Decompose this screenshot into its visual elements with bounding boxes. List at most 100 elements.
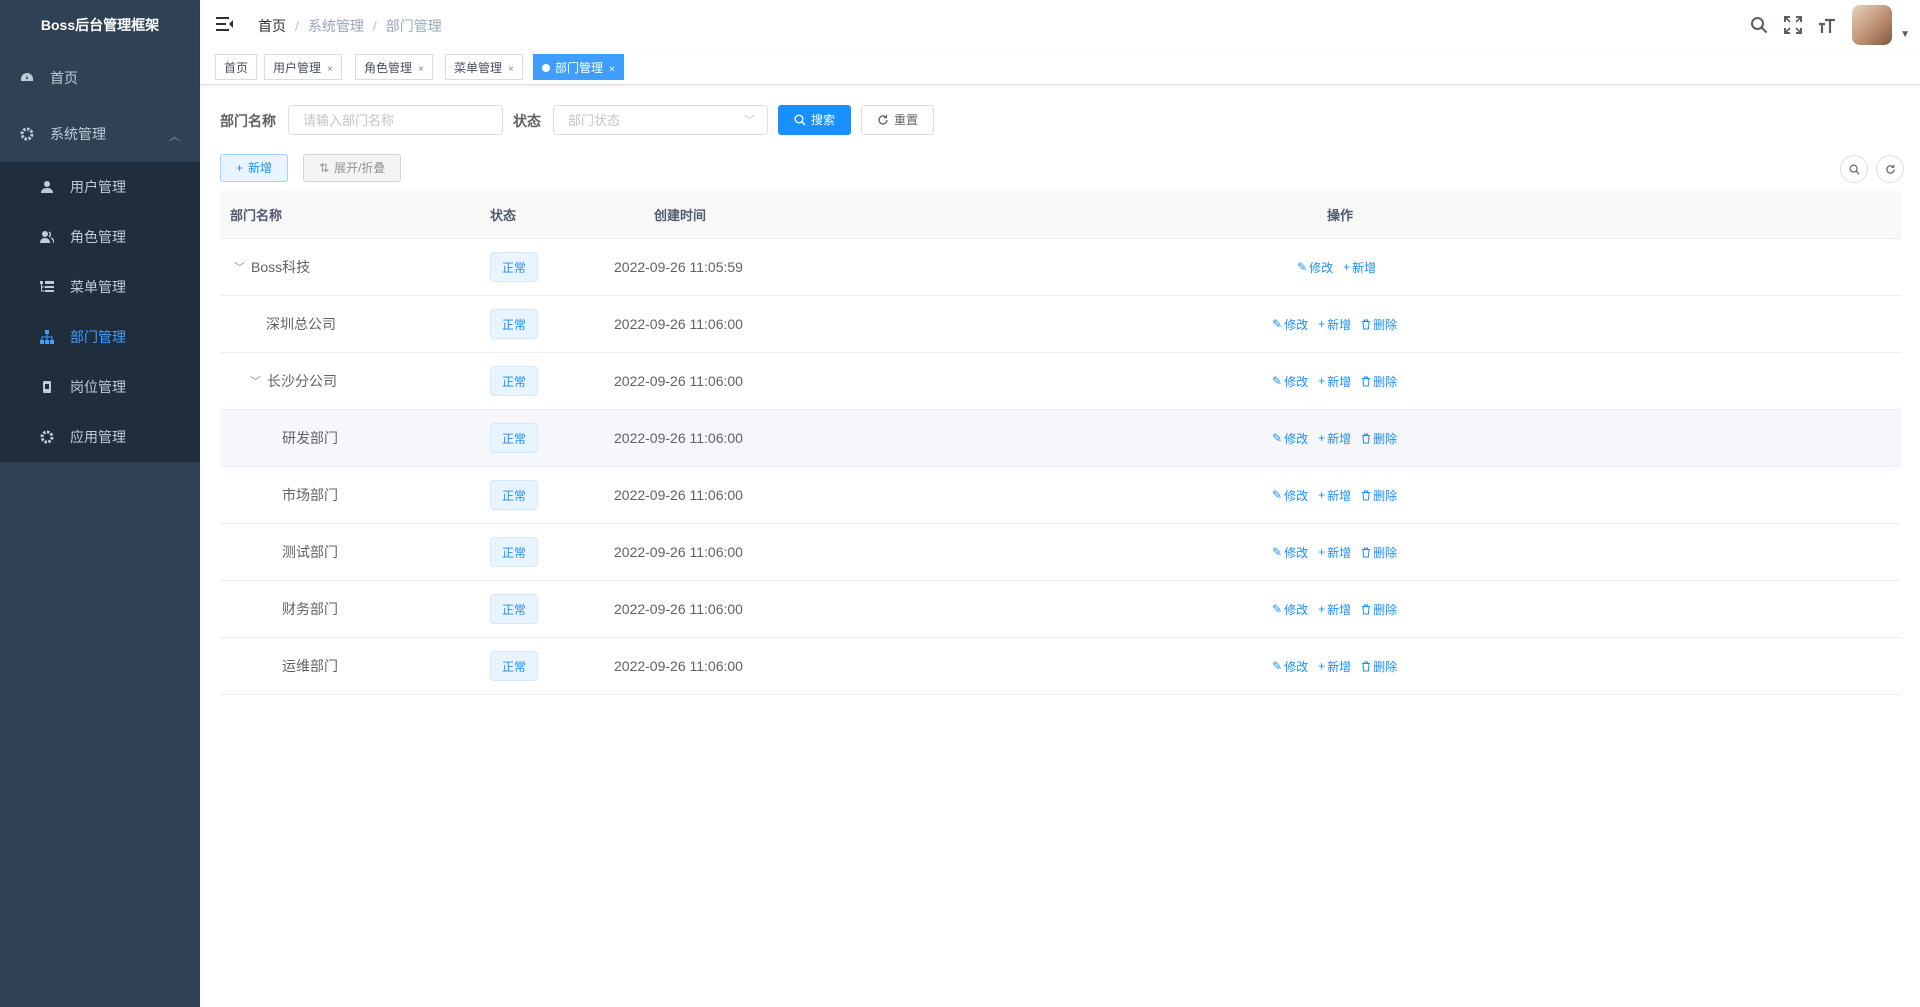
table-row[interactable]: ﹀ 长沙分公司 正常 2022-09-26 11:06:00 ✎ 修改 + 新增 删除 bbox=[220, 353, 1901, 410]
edit-button[interactable]: ✎ 修改 bbox=[1272, 316, 1308, 333]
dept-name-cell: 市场部门 bbox=[282, 467, 338, 523]
add-child-button[interactable]: + 新增 bbox=[1318, 430, 1351, 447]
sidebar: Boss后台管理框架 首页 系统管理 ︿ 用户管理 角色管理 菜单管理 部门管理… bbox=[0, 0, 200, 1007]
status-badge: 正常 bbox=[490, 480, 539, 510]
breadcrumb: 首页 / 系统管理 / 部门管理 bbox=[258, 18, 442, 34]
dept-name-input[interactable] bbox=[289, 106, 502, 134]
edit-button[interactable]: ✎ 修改 bbox=[1272, 373, 1308, 390]
chevron-down-icon[interactable]: ﹀ bbox=[250, 373, 261, 389]
tag-menus[interactable]: 菜单管理 × bbox=[445, 54, 523, 80]
add-child-button[interactable]: + 新增 bbox=[1318, 658, 1351, 675]
edit-button[interactable]: ✎ 修改 bbox=[1272, 544, 1308, 561]
add-child-button[interactable]: + 新增 bbox=[1318, 316, 1351, 333]
search-icon bbox=[1849, 164, 1860, 175]
tag-departments[interactable]: 部门管理 × bbox=[533, 54, 624, 80]
status-badge: 正常 bbox=[490, 252, 539, 282]
edit-button[interactable]: ✎ 修改 bbox=[1272, 658, 1308, 675]
sidebar-item-apps[interactable]: 应用管理 bbox=[0, 412, 200, 462]
action-label: 修改 bbox=[1284, 659, 1309, 674]
expand-collapse-label: 展开/折叠 bbox=[334, 161, 386, 175]
plus-icon: + bbox=[1318, 659, 1326, 673]
delete-button[interactable]: 删除 bbox=[1361, 544, 1397, 561]
delete-button[interactable]: 删除 bbox=[1361, 430, 1397, 447]
font-size-icon[interactable] bbox=[1810, 0, 1844, 50]
edit-button[interactable]: ✎ 修改 bbox=[1272, 601, 1308, 618]
tag-users[interactable]: 用户管理 × bbox=[264, 54, 342, 80]
edit-icon: ✎ bbox=[1272, 317, 1283, 331]
action-label: 修改 bbox=[1284, 431, 1309, 446]
add-button[interactable]: + 新增 bbox=[220, 154, 289, 182]
edit-icon: ✎ bbox=[1272, 488, 1283, 502]
delete-button[interactable]: 删除 bbox=[1361, 601, 1397, 618]
table-row[interactable]: ﹀ Boss科技 正常 2022-09-26 11:05:59 ✎ 修改 + 新增 bbox=[220, 239, 1901, 296]
close-icon[interactable]: × bbox=[609, 64, 615, 75]
sidebar-item-users[interactable]: 用户管理 bbox=[0, 162, 200, 212]
edit-button[interactable]: ✎ 修改 bbox=[1297, 259, 1333, 276]
add-child-button[interactable]: + 新增 bbox=[1343, 259, 1376, 276]
add-child-button[interactable]: + 新增 bbox=[1318, 487, 1351, 504]
dashboard-icon bbox=[20, 71, 34, 85]
breadcrumb-item-home[interactable]: 首页 bbox=[258, 18, 286, 34]
table-row[interactable]: 研发部门 正常 2022-09-26 11:06:00 ✎ 修改 + 新增 删除 bbox=[220, 410, 1901, 467]
table-row[interactable]: 深圳总公司 正常 2022-09-26 11:06:00 ✎ 修改 + 新增 删除 bbox=[220, 296, 1901, 353]
tag-roles[interactable]: 角色管理 × bbox=[355, 54, 433, 80]
action-label: 新增 bbox=[1327, 431, 1352, 446]
expand-collapse-button[interactable]: ⇅ 展开/折叠 bbox=[303, 154, 402, 182]
sidebar-item-home[interactable]: 首页 bbox=[0, 50, 200, 106]
table-row[interactable]: 测试部门 正常 2022-09-26 11:06:00 ✎ 修改 + 新增 删除 bbox=[220, 524, 1901, 581]
breadcrumb-item-system[interactable]: 系统管理 bbox=[308, 18, 364, 34]
reset-button[interactable]: 重置 bbox=[861, 105, 935, 135]
action-label: 删除 bbox=[1373, 659, 1398, 674]
dept-name: 财务部门 bbox=[282, 601, 338, 617]
edit-button[interactable]: ✎ 修改 bbox=[1272, 430, 1308, 447]
status-select[interactable]: ﹀ bbox=[553, 105, 768, 135]
action-label: 删除 bbox=[1373, 374, 1398, 389]
avatar[interactable] bbox=[1852, 5, 1893, 45]
tag-home[interactable]: 首页 bbox=[215, 54, 258, 80]
sidebar-item-menus[interactable]: 菜单管理 bbox=[0, 262, 200, 312]
toggle-search-button[interactable] bbox=[1840, 155, 1868, 183]
status-select-input[interactable] bbox=[554, 106, 767, 134]
status-cell: 正常 bbox=[490, 581, 539, 637]
table-row[interactable]: 财务部门 正常 2022-09-26 11:06:00 ✎ 修改 + 新增 删除 bbox=[220, 581, 1901, 638]
sidebar-item-posts[interactable]: 岗位管理 bbox=[0, 362, 200, 412]
created-time: 2022-09-26 11:06:00 bbox=[614, 316, 743, 332]
dept-name: 长沙分公司 bbox=[267, 373, 337, 389]
tree-table-icon bbox=[40, 280, 54, 294]
add-child-button[interactable]: + 新增 bbox=[1318, 544, 1351, 561]
dept-name: 测试部门 bbox=[282, 544, 338, 560]
table-row[interactable]: 市场部门 正常 2022-09-26 11:06:00 ✎ 修改 + 新增 删除 bbox=[220, 467, 1901, 524]
dept-name-field[interactable] bbox=[288, 105, 503, 135]
chevron-down-icon[interactable]: ﹀ bbox=[234, 259, 245, 275]
breadcrumb-item-current: 部门管理 bbox=[385, 18, 442, 34]
action-label: 新增 bbox=[1327, 317, 1352, 332]
sidebar-item-system[interactable]: 系统管理 ︿ bbox=[0, 106, 200, 162]
search-button[interactable]: 搜索 bbox=[778, 105, 852, 135]
fullscreen-icon[interactable] bbox=[1776, 0, 1810, 50]
edit-button[interactable]: ✎ 修改 bbox=[1272, 487, 1308, 504]
add-child-button[interactable]: + 新增 bbox=[1318, 601, 1351, 618]
close-icon[interactable]: × bbox=[327, 64, 333, 75]
column-header-created: 创建时间 bbox=[654, 208, 707, 223]
caret-down-icon[interactable]: ▼ bbox=[1900, 29, 1910, 40]
close-icon[interactable]: × bbox=[418, 64, 424, 75]
sidebar-item-roles[interactable]: 角色管理 bbox=[0, 212, 200, 262]
delete-button[interactable]: 删除 bbox=[1361, 316, 1397, 333]
delete-button[interactable]: 删除 bbox=[1361, 487, 1397, 504]
sidebar-item-departments[interactable]: 部门管理 bbox=[0, 312, 200, 362]
gear-icon bbox=[40, 430, 54, 444]
active-dot-icon bbox=[542, 64, 550, 72]
hamburger-icon[interactable] bbox=[216, 15, 234, 33]
dept-name-cell: 运维部门 bbox=[282, 638, 338, 694]
search-icon[interactable] bbox=[1742, 0, 1776, 50]
status-cell: 正常 bbox=[490, 410, 539, 466]
tag-label: 用户管理 bbox=[273, 61, 322, 75]
refresh-table-button[interactable] bbox=[1876, 155, 1904, 183]
add-child-button[interactable]: + 新增 bbox=[1318, 373, 1351, 390]
table-row[interactable]: 运维部门 正常 2022-09-26 11:06:00 ✎ 修改 + 新增 删除 bbox=[220, 638, 1901, 695]
delete-button[interactable]: 删除 bbox=[1361, 658, 1397, 675]
delete-button[interactable]: 删除 bbox=[1361, 373, 1397, 390]
sort-icon: ⇅ bbox=[319, 161, 330, 175]
close-icon[interactable]: × bbox=[508, 64, 514, 75]
tag-label: 部门管理 bbox=[555, 61, 604, 75]
